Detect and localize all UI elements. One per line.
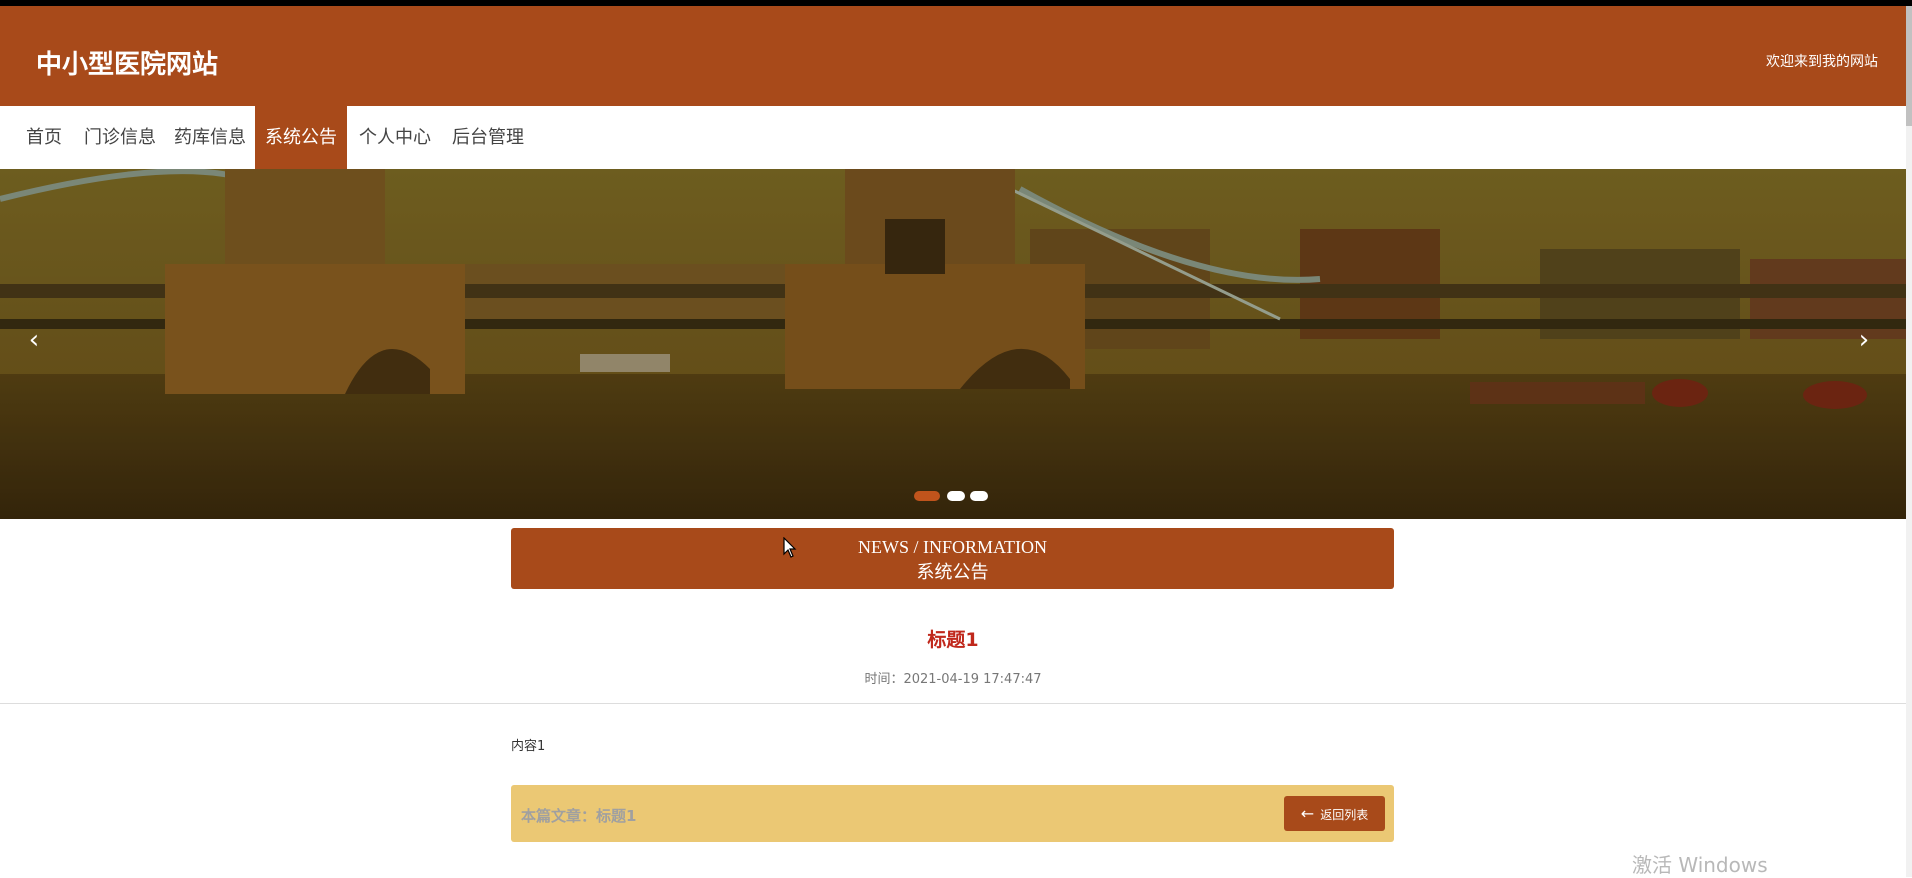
site-header: 中小型医院网站 欢迎来到我的网站 [0, 6, 1906, 106]
site-title[interactable]: 中小型医院网站 [36, 44, 218, 81]
nav-item-admin[interactable]: 后台管理 [442, 106, 534, 169]
nav-item-clinic[interactable]: 门诊信息 [74, 106, 166, 169]
current-article-label: 本篇文章：标题1 [521, 807, 637, 825]
scrollbar-thumb[interactable] [1906, 6, 1912, 126]
section-header: NEWS / INFORMATION 系统公告 [511, 528, 1394, 589]
nav-item-home[interactable]: 首页 [16, 106, 72, 169]
windows-activation-watermark: 激活 Windows [1632, 853, 1768, 877]
hero-carousel[interactable]: ‹ › [0, 169, 1906, 519]
section-title-cn: 系统公告 [916, 562, 989, 583]
nav-item-announcements[interactable]: 系统公告 [255, 106, 347, 169]
section-title-en: NEWS / INFORMATION [858, 537, 1047, 557]
back-to-list-button[interactable]: ← 返回列表 [1284, 796, 1385, 831]
nav-item-personal-center[interactable]: 个人中心 [349, 106, 441, 169]
article-title: 标题1 [927, 629, 979, 651]
article-time: 时间：2021-04-19 17:47:47 [864, 672, 1042, 687]
nav-item-pharmacy[interactable]: 药库信息 [164, 106, 256, 169]
carousel-dot-2[interactable] [947, 491, 965, 501]
carousel-image [0, 169, 1906, 519]
arrow-left-icon: ← [1300, 804, 1315, 823]
divider [0, 703, 1906, 704]
mouse-cursor-icon [783, 537, 797, 558]
main-nav: 首页 门诊信息 药库信息 系统公告 个人中心 后台管理 [0, 106, 1906, 169]
carousel-prev-icon[interactable]: ‹ [19, 325, 49, 355]
carousel-next-icon[interactable]: › [1849, 325, 1879, 355]
welcome-text: 欢迎来到我的网站 [1766, 54, 1878, 70]
carousel-dot-1[interactable] [914, 491, 940, 501]
article-content: 内容1 [511, 739, 546, 754]
article-footer: 本篇文章：标题1 ← 返回列表 [511, 785, 1394, 842]
carousel-dot-3[interactable] [970, 491, 988, 501]
page-scrollbar[interactable] [1906, 6, 1912, 877]
back-to-list-label: 返回列表 [1320, 808, 1369, 822]
